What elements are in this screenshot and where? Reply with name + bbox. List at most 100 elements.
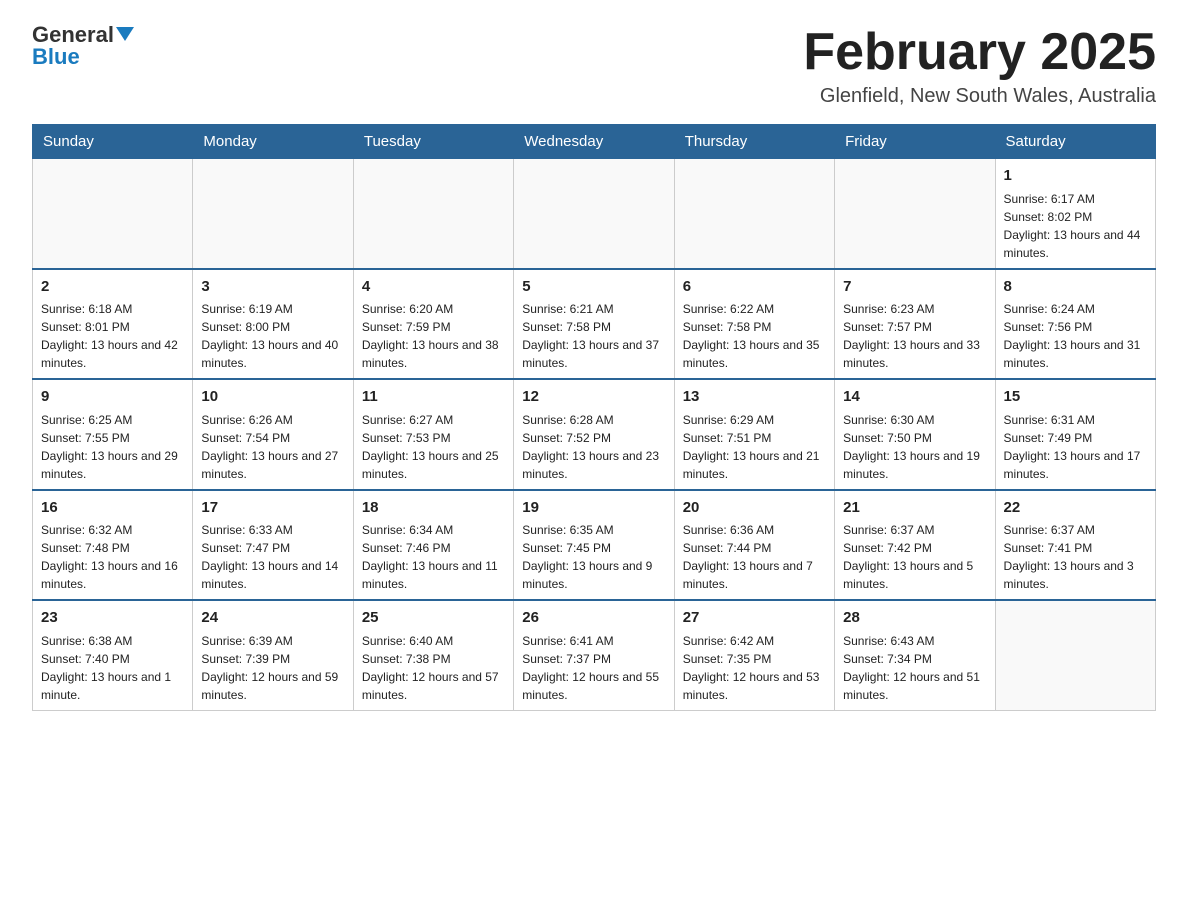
calendar-header-saturday: Saturday — [995, 125, 1155, 159]
day-info: Sunrise: 6:20 AMSunset: 7:59 PMDaylight:… — [362, 300, 505, 372]
day-number: 24 — [201, 607, 344, 630]
calendar-cell — [674, 159, 834, 269]
day-info: Sunrise: 6:26 AMSunset: 7:54 PMDaylight:… — [201, 411, 344, 483]
calendar-header-wednesday: Wednesday — [514, 125, 674, 159]
calendar-cell — [353, 159, 513, 269]
calendar-cell: 12Sunrise: 6:28 AMSunset: 7:52 PMDayligh… — [514, 379, 674, 490]
calendar-cell: 11Sunrise: 6:27 AMSunset: 7:53 PMDayligh… — [353, 379, 513, 490]
day-number: 9 — [41, 386, 184, 409]
day-info: Sunrise: 6:31 AMSunset: 7:49 PMDaylight:… — [1004, 411, 1147, 483]
day-info: Sunrise: 6:43 AMSunset: 7:34 PMDaylight:… — [843, 632, 986, 704]
calendar-cell: 2Sunrise: 6:18 AMSunset: 8:01 PMDaylight… — [33, 269, 193, 380]
day-info: Sunrise: 6:29 AMSunset: 7:51 PMDaylight:… — [683, 411, 826, 483]
day-info: Sunrise: 6:41 AMSunset: 7:37 PMDaylight:… — [522, 632, 665, 704]
calendar-week-row: 23Sunrise: 6:38 AMSunset: 7:40 PMDayligh… — [33, 600, 1156, 710]
day-number: 23 — [41, 607, 184, 630]
day-number: 12 — [522, 386, 665, 409]
day-info: Sunrise: 6:25 AMSunset: 7:55 PMDaylight:… — [41, 411, 184, 483]
day-info: Sunrise: 6:24 AMSunset: 7:56 PMDaylight:… — [1004, 300, 1147, 372]
calendar-cell: 8Sunrise: 6:24 AMSunset: 7:56 PMDaylight… — [995, 269, 1155, 380]
day-number: 19 — [522, 497, 665, 520]
day-info: Sunrise: 6:37 AMSunset: 7:42 PMDaylight:… — [843, 521, 986, 593]
logo-text: General — [32, 24, 134, 46]
day-number: 22 — [1004, 497, 1147, 520]
day-number: 1 — [1004, 165, 1147, 188]
day-info: Sunrise: 6:37 AMSunset: 7:41 PMDaylight:… — [1004, 521, 1147, 593]
day-number: 10 — [201, 386, 344, 409]
day-info: Sunrise: 6:32 AMSunset: 7:48 PMDaylight:… — [41, 521, 184, 593]
day-number: 16 — [41, 497, 184, 520]
calendar-cell: 5Sunrise: 6:21 AMSunset: 7:58 PMDaylight… — [514, 269, 674, 380]
day-number: 15 — [1004, 386, 1147, 409]
calendar-cell — [995, 600, 1155, 710]
day-info: Sunrise: 6:17 AMSunset: 8:02 PMDaylight:… — [1004, 190, 1147, 262]
calendar-cell: 17Sunrise: 6:33 AMSunset: 7:47 PMDayligh… — [193, 490, 353, 601]
calendar-cell: 18Sunrise: 6:34 AMSunset: 7:46 PMDayligh… — [353, 490, 513, 601]
calendar-cell: 10Sunrise: 6:26 AMSunset: 7:54 PMDayligh… — [193, 379, 353, 490]
day-number: 27 — [683, 607, 826, 630]
location-title: Glenfield, New South Wales, Australia — [803, 85, 1156, 108]
day-number: 13 — [683, 386, 826, 409]
calendar-cell — [835, 159, 995, 269]
day-info: Sunrise: 6:18 AMSunset: 8:01 PMDaylight:… — [41, 300, 184, 372]
month-title: February 2025 — [803, 24, 1156, 81]
day-info: Sunrise: 6:40 AMSunset: 7:38 PMDaylight:… — [362, 632, 505, 704]
calendar-cell: 21Sunrise: 6:37 AMSunset: 7:42 PMDayligh… — [835, 490, 995, 601]
day-number: 2 — [41, 276, 184, 299]
day-number: 25 — [362, 607, 505, 630]
calendar-cell: 26Sunrise: 6:41 AMSunset: 7:37 PMDayligh… — [514, 600, 674, 710]
day-info: Sunrise: 6:28 AMSunset: 7:52 PMDaylight:… — [522, 411, 665, 483]
logo-blue-text: Blue — [32, 44, 80, 70]
day-number: 4 — [362, 276, 505, 299]
day-number: 20 — [683, 497, 826, 520]
calendar-table: SundayMondayTuesdayWednesdayThursdayFrid… — [32, 124, 1156, 711]
title-area: February 2025 Glenfield, New South Wales… — [803, 24, 1156, 108]
calendar-cell: 28Sunrise: 6:43 AMSunset: 7:34 PMDayligh… — [835, 600, 995, 710]
calendar-cell: 7Sunrise: 6:23 AMSunset: 7:57 PMDaylight… — [835, 269, 995, 380]
calendar-cell: 27Sunrise: 6:42 AMSunset: 7:35 PMDayligh… — [674, 600, 834, 710]
day-info: Sunrise: 6:19 AMSunset: 8:00 PMDaylight:… — [201, 300, 344, 372]
calendar-cell: 14Sunrise: 6:30 AMSunset: 7:50 PMDayligh… — [835, 379, 995, 490]
day-number: 11 — [362, 386, 505, 409]
calendar-week-row: 9Sunrise: 6:25 AMSunset: 7:55 PMDaylight… — [33, 379, 1156, 490]
calendar-cell: 13Sunrise: 6:29 AMSunset: 7:51 PMDayligh… — [674, 379, 834, 490]
day-number: 18 — [362, 497, 505, 520]
calendar-cell: 22Sunrise: 6:37 AMSunset: 7:41 PMDayligh… — [995, 490, 1155, 601]
calendar-week-row: 1Sunrise: 6:17 AMSunset: 8:02 PMDaylight… — [33, 159, 1156, 269]
day-info: Sunrise: 6:22 AMSunset: 7:58 PMDaylight:… — [683, 300, 826, 372]
calendar-cell — [193, 159, 353, 269]
calendar-cell: 16Sunrise: 6:32 AMSunset: 7:48 PMDayligh… — [33, 490, 193, 601]
calendar-cell — [33, 159, 193, 269]
day-info: Sunrise: 6:34 AMSunset: 7:46 PMDaylight:… — [362, 521, 505, 593]
calendar-cell: 19Sunrise: 6:35 AMSunset: 7:45 PMDayligh… — [514, 490, 674, 601]
calendar-cell: 6Sunrise: 6:22 AMSunset: 7:58 PMDaylight… — [674, 269, 834, 380]
page-header: General Blue February 2025 Glenfield, Ne… — [32, 24, 1156, 108]
day-number: 7 — [843, 276, 986, 299]
calendar-cell: 1Sunrise: 6:17 AMSunset: 8:02 PMDaylight… — [995, 159, 1155, 269]
logo-triangle-icon — [116, 27, 134, 41]
calendar-cell: 23Sunrise: 6:38 AMSunset: 7:40 PMDayligh… — [33, 600, 193, 710]
day-info: Sunrise: 6:38 AMSunset: 7:40 PMDaylight:… — [41, 632, 184, 704]
day-number: 6 — [683, 276, 826, 299]
day-number: 17 — [201, 497, 344, 520]
calendar-cell: 15Sunrise: 6:31 AMSunset: 7:49 PMDayligh… — [995, 379, 1155, 490]
calendar-cell: 20Sunrise: 6:36 AMSunset: 7:44 PMDayligh… — [674, 490, 834, 601]
calendar-cell: 25Sunrise: 6:40 AMSunset: 7:38 PMDayligh… — [353, 600, 513, 710]
calendar-header-sunday: Sunday — [33, 125, 193, 159]
logo: General Blue — [32, 24, 134, 70]
day-info: Sunrise: 6:39 AMSunset: 7:39 PMDaylight:… — [201, 632, 344, 704]
calendar-header-thursday: Thursday — [674, 125, 834, 159]
day-number: 5 — [522, 276, 665, 299]
day-info: Sunrise: 6:21 AMSunset: 7:58 PMDaylight:… — [522, 300, 665, 372]
calendar-week-row: 2Sunrise: 6:18 AMSunset: 8:01 PMDaylight… — [33, 269, 1156, 380]
day-info: Sunrise: 6:23 AMSunset: 7:57 PMDaylight:… — [843, 300, 986, 372]
calendar-header-monday: Monday — [193, 125, 353, 159]
calendar-header-row: SundayMondayTuesdayWednesdayThursdayFrid… — [33, 125, 1156, 159]
calendar-cell: 3Sunrise: 6:19 AMSunset: 8:00 PMDaylight… — [193, 269, 353, 380]
day-number: 21 — [843, 497, 986, 520]
calendar-header-tuesday: Tuesday — [353, 125, 513, 159]
day-number: 26 — [522, 607, 665, 630]
calendar-cell: 9Sunrise: 6:25 AMSunset: 7:55 PMDaylight… — [33, 379, 193, 490]
day-number: 8 — [1004, 276, 1147, 299]
calendar-header-friday: Friday — [835, 125, 995, 159]
